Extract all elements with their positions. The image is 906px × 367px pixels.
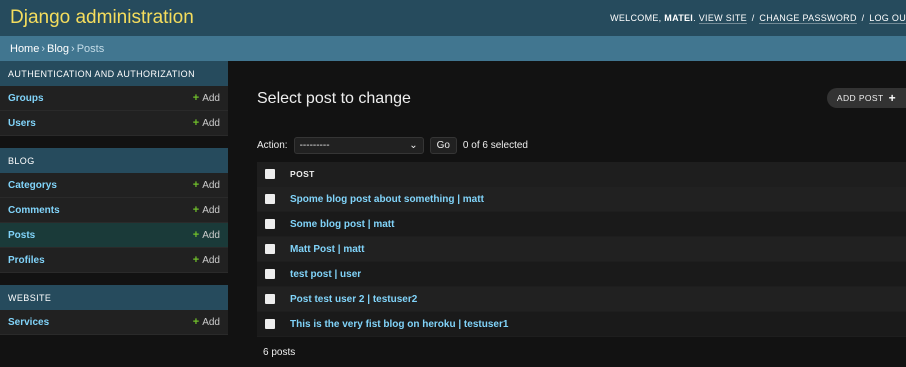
post-link[interactable]: Matt Post | matt [290,244,364,255]
actions-bar: Action: --------- ⌄ Go 0 of 6 selected [257,134,906,156]
add-comments-button[interactable]: + Add [193,204,220,216]
table-row: test post | user [257,262,906,287]
post-link[interactable]: Spome blog post about something | matt [290,194,484,205]
add-groups-button[interactable]: + Add [193,92,220,104]
post-link[interactable]: Some blog post | matt [290,219,394,230]
breadcrumb-separator: › [71,42,75,55]
model-link-services[interactable]: Services [8,317,49,328]
add-posts-button[interactable]: + Add [193,229,220,241]
plus-icon: + [192,179,200,191]
result-list-table: Post Spome blog post about something | m… [257,162,906,337]
row-checkbox[interactable] [265,219,275,229]
sidebar-item-services: Services + Add [0,310,228,335]
username: matei [664,13,694,23]
row-checkbox[interactable] [265,319,275,329]
sidebar-item-posts: Posts + Add [0,223,228,248]
action-select[interactable]: --------- ⌄ [293,136,424,154]
add-post-button[interactable]: Add post + [826,88,906,108]
breadcrumb-blog-link[interactable]: Blog [47,43,69,55]
post-link[interactable]: test post | user [290,269,361,280]
breadcrumb: Home › Blog › Posts [0,36,906,61]
module-caption[interactable]: Authentication and Authorization [0,61,228,86]
sidebar-item-profiles: Profiles + Add [0,248,228,273]
model-link-categorys[interactable]: Categorys [8,180,57,191]
admin-header: Django administration Welcome, matei. Vi… [0,0,906,36]
page-title: Select post to change [257,90,411,107]
paginator: 6 posts [263,347,296,358]
add-label: Add [202,255,220,266]
welcome-text: Welcome, [610,13,662,23]
add-categorys-button[interactable]: + Add [193,179,220,191]
add-label: Add [202,205,220,216]
app-module-website: Website Services + Add [0,285,228,335]
sidebar-item-groups: Groups + Add [0,86,228,111]
plus-icon: + [192,316,200,328]
model-link-users[interactable]: Users [8,118,36,129]
add-users-button[interactable]: + Add [193,117,220,129]
plus-icon: + [192,117,200,129]
table-row: Some blog post | matt [257,212,906,237]
add-services-button[interactable]: + Add [193,316,220,328]
table-row: Spome blog post about something | matt [257,187,906,212]
add-label: Add [202,317,220,328]
action-label: Action: [257,139,288,151]
row-checkbox[interactable] [265,294,275,304]
sidebar-item-users: Users + Add [0,111,228,136]
main-content: Select post to change Add post + Action:… [228,61,906,367]
model-link-comments[interactable]: Comments [8,205,60,216]
model-link-profiles[interactable]: Profiles [8,255,45,266]
post-link[interactable]: Post test user 2 | testuser2 [290,294,417,305]
plus-icon: + [192,92,200,104]
breadcrumb-separator: › [41,42,46,55]
select-all-checkbox[interactable] [265,169,275,179]
action-selected-option: --------- [299,139,330,151]
post-link[interactable]: This is the very fist blog on heroku | t… [290,319,508,330]
table-row: Post test user 2 | testuser2 [257,287,906,312]
site-branding[interactable]: Django administration [10,7,194,29]
row-checkbox[interactable] [265,194,275,204]
app-module-auth: Authentication and Authorization Groups … [0,61,228,136]
add-label: Add [202,180,220,191]
app-module-blog: Blog Categorys + Add Comments + Add Posts … [0,148,228,273]
table-header-row: Post [257,162,906,187]
breadcrumb-current: Posts [76,42,105,55]
model-link-groups[interactable]: Groups [8,93,44,104]
log-out-link[interactable]: Log ou [869,13,906,24]
add-profiles-button[interactable]: + Add [193,254,220,266]
sidebar-item-categorys: Categorys + Add [0,173,228,198]
user-tools: Welcome, matei. View site / Change passw… [610,13,906,24]
sidebar-item-comments: Comments + Add [0,198,228,223]
plus-icon: + [192,229,200,241]
module-caption[interactable]: Blog [0,148,228,173]
plus-icon: + [192,254,200,266]
table-row: Matt Post | matt [257,237,906,262]
plus-icon: + [192,204,200,216]
plus-icon: + [888,91,896,105]
add-post-label: Add post [836,93,884,103]
table-row: This is the very fist blog on heroku | t… [257,312,906,337]
nav-sidebar: Authentication and Authorization Groups … [0,61,228,367]
add-label: Add [202,230,220,241]
chevron-down-icon: ⌄ [409,139,418,151]
view-site-link[interactable]: View site [698,13,747,24]
change-password-link[interactable]: Change password [759,13,857,24]
add-label: Add [202,118,220,129]
selection-counter: 0 of 6 selected [462,139,528,151]
add-label: Add [202,93,220,104]
row-checkbox[interactable] [265,269,275,279]
breadcrumb-home-link[interactable]: Home [10,43,39,55]
column-header-post[interactable]: Post [290,169,315,179]
module-caption[interactable]: Website [0,285,228,310]
model-link-posts[interactable]: Posts [8,230,35,241]
go-button[interactable]: Go [429,136,457,154]
row-checkbox[interactable] [265,244,275,254]
